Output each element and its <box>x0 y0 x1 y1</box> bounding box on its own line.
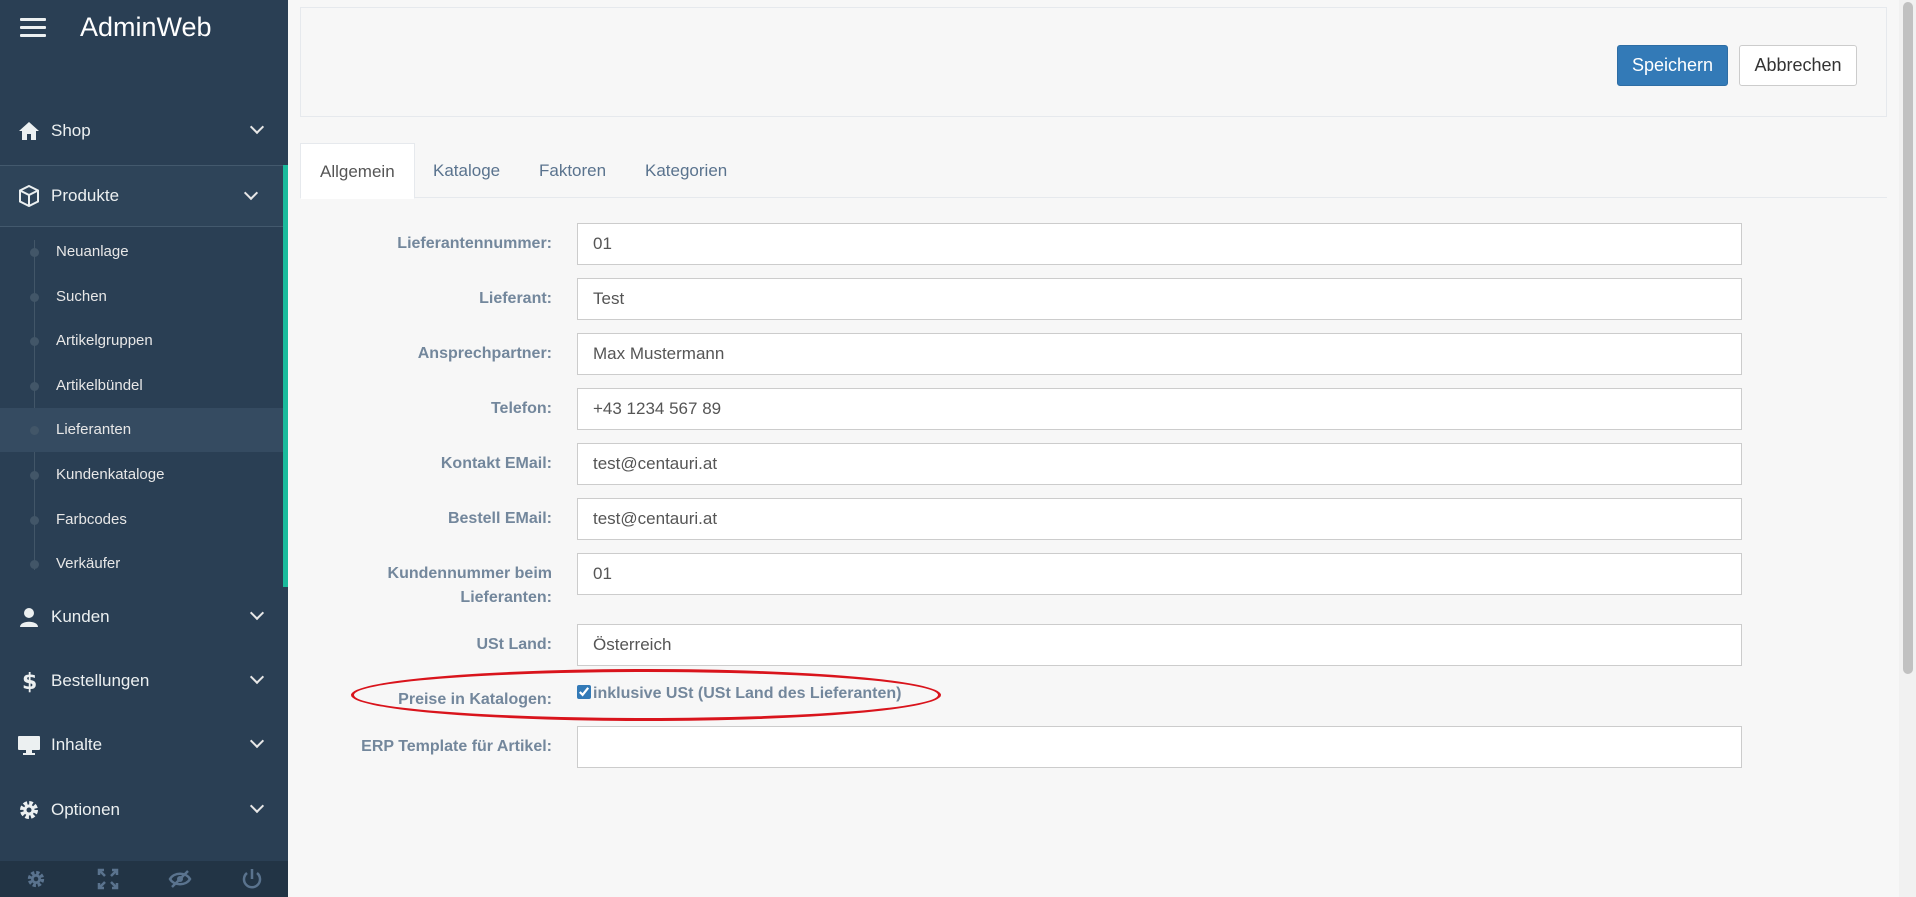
lieferantennummer-input[interactable] <box>577 223 1742 265</box>
lieferant-input[interactable] <box>577 278 1742 320</box>
dollar-icon: $ <box>17 669 41 693</box>
label-kontakt-email: Kontakt EMail: <box>440 455 552 472</box>
sidebar-subitem-artikelgruppen[interactable]: Artikelgruppen <box>0 319 283 363</box>
chevron-down-icon <box>243 185 259 201</box>
label-telefon: Telefon: <box>490 400 552 417</box>
sidebar-item-label: Shop <box>51 121 91 140</box>
sidebar: AdminWeb Shop Produkte Neuanlage Suchen … <box>0 0 288 897</box>
label-ust-land: USt Land: <box>476 636 552 653</box>
chevron-down-icon <box>249 733 265 749</box>
fullscreen-icon[interactable] <box>72 861 144 897</box>
ansprechpartner-input[interactable] <box>577 333 1742 375</box>
sidebar-item-kunden[interactable]: Kunden <box>0 586 288 648</box>
sidebar-subitem-farbcodes[interactable]: Farbcodes <box>0 498 283 542</box>
label-ansprechpartner: Ansprechpartner: <box>417 345 552 362</box>
settings-icon[interactable] <box>0 861 72 897</box>
preise-checkbox-row: inklusive USt (USt Land des Lieferanten) <box>577 683 902 705</box>
label-kundennummer-line1: Kundennummer beim <box>387 565 552 582</box>
sidebar-item-label: Optionen <box>51 800 120 819</box>
sidebar-item-bestellungen[interactable]: $ Bestellungen <box>0 650 288 712</box>
label-kundennummer-line2: Lieferanten: <box>460 589 552 606</box>
sidebar-item-shop[interactable]: Shop <box>0 100 288 162</box>
ust-land-input[interactable] <box>577 624 1742 666</box>
sidebar-item-label: Inhalte <box>51 735 103 754</box>
label-erp-template: ERP Template für Artikel: <box>361 738 552 755</box>
power-icon[interactable] <box>216 861 288 897</box>
chevron-down-icon <box>249 798 265 814</box>
bestell-email-input[interactable] <box>577 498 1742 540</box>
label-preise: Preise in Katalogen: <box>398 691 552 708</box>
inklusive-ust-checkbox[interactable] <box>577 685 591 699</box>
sidebar-subitem-lieferanten[interactable]: Lieferanten <box>0 408 283 452</box>
kontakt-email-input[interactable] <box>577 443 1742 485</box>
sidebar-subitem-neuanlage[interactable]: Neuanlage <box>0 230 283 274</box>
brand: AdminWeb <box>0 0 288 56</box>
hide-icon[interactable] <box>144 861 216 897</box>
user-icon <box>17 605 41 629</box>
sidebar-subitem-suchen[interactable]: Suchen <box>0 275 283 319</box>
sidebar-item-label: Kunden <box>51 607 110 626</box>
home-icon <box>17 119 41 143</box>
chevron-down-icon <box>249 605 265 621</box>
cancel-button[interactable]: Abbrechen <box>1739 45 1857 86</box>
chevron-down-icon <box>249 669 265 685</box>
scrollbar[interactable] <box>1899 0 1916 897</box>
tab-allgemein[interactable]: Allgemein <box>300 143 415 199</box>
cube-icon <box>17 184 41 208</box>
label-lieferantennummer: Lieferantennummer: <box>397 235 552 252</box>
sidebar-item-inhalte[interactable]: Inhalte <box>0 714 288 776</box>
tab-kataloge[interactable]: Kataloge <box>414 143 519 198</box>
sidebar-item-label: Bestellungen <box>51 671 150 690</box>
active-indicator <box>283 165 288 587</box>
monitor-icon <box>17 733 41 757</box>
sidebar-item-label: Produkte <box>51 186 120 205</box>
sidebar-item-produkte[interactable]: Produkte <box>0 165 288 227</box>
tab-kategorien[interactable]: Kategorien <box>626 143 746 198</box>
chevron-down-icon <box>249 119 265 135</box>
sidebar-subitem-verkaeufer[interactable]: Verkäufer <box>0 542 283 586</box>
save-button[interactable]: Speichern <box>1617 45 1728 86</box>
erp-template-input[interactable] <box>577 726 1742 768</box>
inklusive-ust-label[interactable]: inklusive USt (USt Land des Lieferanten) <box>593 685 902 703</box>
kundennummer-input[interactable] <box>577 553 1742 595</box>
sidebar-subitem-artikelbuendel[interactable]: Artikelbündel <box>0 364 283 408</box>
svg-text:$: $ <box>22 670 37 693</box>
label-bestell-email: Bestell EMail: <box>447 510 552 527</box>
sidebar-subitem-kundenkataloge[interactable]: Kundenkataloge <box>0 453 283 497</box>
app-title: AdminWeb <box>80 12 212 42</box>
label-lieferant: Lieferant: <box>479 290 552 307</box>
gear-icon <box>17 798 41 822</box>
hamburger-menu-icon[interactable] <box>20 18 46 38</box>
sidebar-footer <box>0 861 288 897</box>
scrollbar-thumb[interactable] <box>1903 2 1913 674</box>
tab-faktoren[interactable]: Faktoren <box>520 143 625 198</box>
sidebar-item-optionen[interactable]: Optionen <box>0 779 288 841</box>
telefon-input[interactable] <box>577 388 1742 430</box>
tab-bar: Allgemein Kataloge Faktoren Kategorien <box>300 143 1887 199</box>
